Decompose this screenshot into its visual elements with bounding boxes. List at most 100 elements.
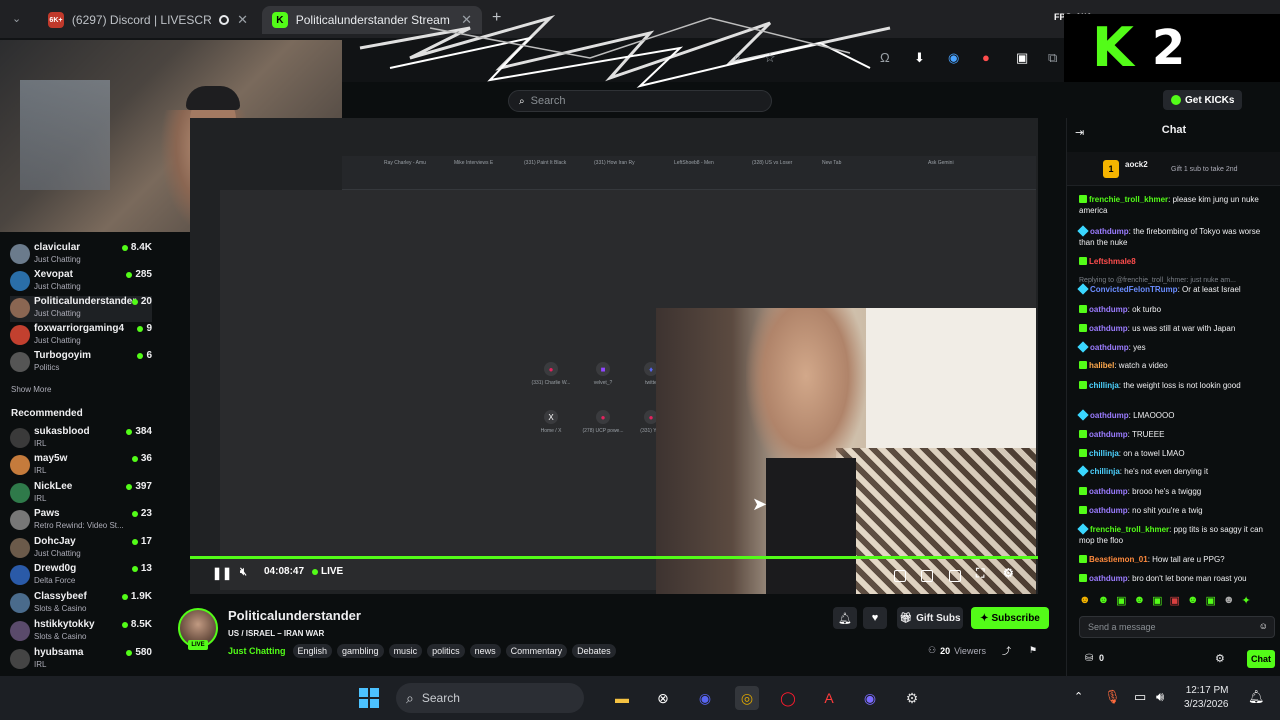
show-more-link[interactable]: Show More: [11, 385, 51, 394]
chat-username[interactable]: chillinja: [1089, 449, 1119, 458]
extensions-puzzle-icon[interactable]: ⧉: [1048, 50, 1057, 66]
sidebar-item-following[interactable]: Turbogoyim Politics 6: [10, 350, 152, 376]
emote-icon[interactable]: ✦: [1242, 594, 1251, 607]
zoom-icon[interactable]: ⌕: [734, 50, 741, 65]
windows-start-icon[interactable]: [357, 686, 381, 710]
chat-input[interactable]: Send a message ☺: [1079, 616, 1275, 638]
sidebar-item-recommended[interactable]: may5w IRL 36: [10, 453, 152, 479]
chat-username[interactable]: oathdump: [1089, 430, 1128, 439]
discord-app-icon[interactable]: ◉: [693, 686, 717, 710]
emote-icon[interactable]: ☻: [1134, 594, 1146, 607]
streamer-name[interactable]: Politicalunderstander: [228, 608, 361, 623]
system-clock[interactable]: 12:17 PM 3/23/2026: [1184, 684, 1229, 712]
sidebar-item-recommended[interactable]: DohcJay Just Chatting 17: [10, 536, 152, 562]
sidebar-item-recommended[interactable]: Paws Retro Rewind: Video St... 23: [10, 508, 152, 534]
emote-icon[interactable]: ▣: [1152, 594, 1162, 607]
chat-username[interactable]: Leftshmale8: [1089, 257, 1136, 266]
fullscreen-icon[interactable]: ⛶: [976, 566, 984, 581]
tag-chip[interactable]: English: [292, 644, 333, 658]
chat-username[interactable]: ConvictedFelonTRump: [1090, 285, 1178, 294]
emote-icon[interactable]: ☻: [1223, 594, 1235, 607]
get-kicks-button[interactable]: Get KICKs: [1163, 90, 1243, 110]
download-icon[interactable]: ⬇: [914, 50, 925, 66]
tag-chip[interactable]: music: [388, 644, 423, 658]
emote-icon[interactable]: ☻: [1098, 594, 1110, 607]
tag-chip[interactable]: gambling: [337, 644, 384, 658]
chat-username[interactable]: Beastiemon_01: [1089, 555, 1148, 564]
close-tab-icon[interactable]: ✕: [237, 12, 248, 28]
pause-button[interactable]: ❚❚: [212, 566, 232, 580]
tag-chip[interactable]: news: [469, 644, 501, 658]
steam-app-icon[interactable]: ⚙: [900, 686, 924, 710]
pip-icon[interactable]: [894, 570, 906, 582]
network-icon[interactable]: ▭: [1134, 689, 1146, 705]
extension-icon-2[interactable]: ◉: [948, 50, 959, 66]
chat-settings-gear-icon[interactable]: ⚙: [1215, 652, 1225, 665]
video-player[interactable]: Ray Charley - Amu Mike Interviews E (331…: [190, 118, 1038, 594]
progress-bar[interactable]: [190, 556, 1038, 559]
notifications-bell-icon[interactable]: 🔔︎: [1248, 689, 1265, 705]
chat-username[interactable]: oathdump: [1089, 487, 1128, 496]
sidebar-item-following[interactable]: Xevopat Just Chatting 285: [10, 269, 152, 295]
adobe-app-icon[interactable]: A: [817, 686, 841, 710]
bookmark-star-icon[interactable]: ☆: [764, 50, 776, 66]
chat-username[interactable]: halibel: [1089, 361, 1114, 370]
extension-icon-1[interactable]: Ω: [880, 50, 890, 65]
tab-discord[interactable]: 6K+ (6297) Discord | LIVESCREA ✕: [38, 6, 258, 34]
mute-icon[interactable]: 🔇︎: [240, 566, 247, 579]
chat-username[interactable]: Replying to @frenchie_troll_khmer: just …: [1079, 277, 1236, 284]
emote-icon[interactable]: ▣: [1206, 594, 1216, 607]
emote-icon[interactable]: ▣: [1170, 594, 1180, 607]
chat-username[interactable]: chillinja: [1089, 381, 1119, 390]
tag-chip[interactable]: politics: [427, 644, 465, 658]
chat-username[interactable]: oathdump: [1089, 324, 1128, 333]
tag-chip[interactable]: Commentary: [505, 644, 568, 658]
follow-heart-button[interactable]: ♥: [863, 607, 887, 629]
notification-bell-button[interactable]: 🔔︎: [833, 607, 857, 629]
share-icon[interactable]: ⤴: [1002, 644, 1011, 657]
chat-username[interactable]: oathdump: [1089, 506, 1128, 515]
microphone-icon[interactable]: 🎙︎: [1104, 689, 1121, 705]
send-chat-button[interactable]: Chat: [1247, 650, 1275, 668]
tray-chevron-icon[interactable]: ⌃: [1074, 690, 1083, 703]
chrome-app-icon[interactable]: ◎: [735, 686, 759, 710]
gift-subs-button[interactable]: 🎁︎ Gift Subs: [897, 607, 963, 629]
chat-username[interactable]: oathdump: [1090, 411, 1129, 420]
volume-icon[interactable]: 🔊︎: [1156, 689, 1164, 705]
sidebar-item-recommended[interactable]: Drewd0g Delta Force 13: [10, 563, 152, 589]
sidebar-item-following-selected[interactable]: Politicalunderstander Just Chatting 20: [10, 296, 152, 322]
chat-username[interactable]: frenchie_troll_khmer: [1090, 525, 1169, 534]
tab-list-chevron-icon[interactable]: ⌄: [12, 12, 21, 25]
app-icon[interactable]: ◉: [858, 686, 882, 710]
extension-icon-3[interactable]: ●: [982, 50, 990, 65]
obs-app-icon[interactable]: ⊗: [651, 686, 675, 710]
taskbar-search[interactable]: ⌕ Search: [396, 683, 584, 713]
extension-icon-4[interactable]: ▣: [1016, 50, 1028, 66]
chat-username[interactable]: oathdump: [1090, 343, 1129, 352]
sidebar-item-recommended[interactable]: NickLee IRL 397: [10, 481, 152, 507]
emote-icon[interactable]: ☻: [1079, 594, 1091, 607]
file-explorer-icon[interactable]: ▬: [610, 686, 634, 710]
chat-username[interactable]: oathdump: [1089, 574, 1128, 583]
emote-icon[interactable]: ▣: [1116, 594, 1126, 607]
chat-username[interactable]: frenchie_troll_khmer: [1089, 195, 1168, 204]
sidebar-item-recommended[interactable]: hyubsama IRL 580: [10, 647, 152, 673]
site-search-input[interactable]: ⌕ Search: [508, 90, 772, 112]
chat-username[interactable]: oathdump: [1090, 227, 1129, 236]
emote-icon[interactable]: ☻: [1187, 594, 1199, 607]
sidebar-item-following[interactable]: clavicular Just Chatting 8.4K: [10, 242, 152, 268]
chat-username[interactable]: chillinja: [1090, 467, 1120, 476]
sidebar-item-recommended[interactable]: hstikkytokky Slots & Casino 8.5K: [10, 619, 152, 645]
opera-app-icon[interactable]: ◯: [776, 686, 800, 710]
sidebar-item-following[interactable]: foxwarriorgaming4 Just Chatting 9: [10, 323, 152, 349]
chat-username[interactable]: oathdump: [1089, 305, 1128, 314]
live-indicator[interactable]: LIVE: [312, 566, 343, 577]
report-flag-icon[interactable]: ⚑: [1029, 645, 1037, 656]
theater-mode-icon[interactable]: [949, 570, 961, 582]
subscribe-button[interactable]: ✦ Subscribe: [971, 607, 1049, 629]
sidebar-item-recommended[interactable]: Classybeef Slots & Casino 1.9K: [10, 591, 152, 617]
settings-gear-icon[interactable]: ⚙: [1003, 566, 1014, 580]
sidebar-item-recommended[interactable]: sukasblood IRL 384: [10, 426, 152, 452]
stream-category-link[interactable]: Just Chatting: [228, 646, 286, 656]
emoji-picker-icon[interactable]: ☺: [1259, 621, 1268, 631]
